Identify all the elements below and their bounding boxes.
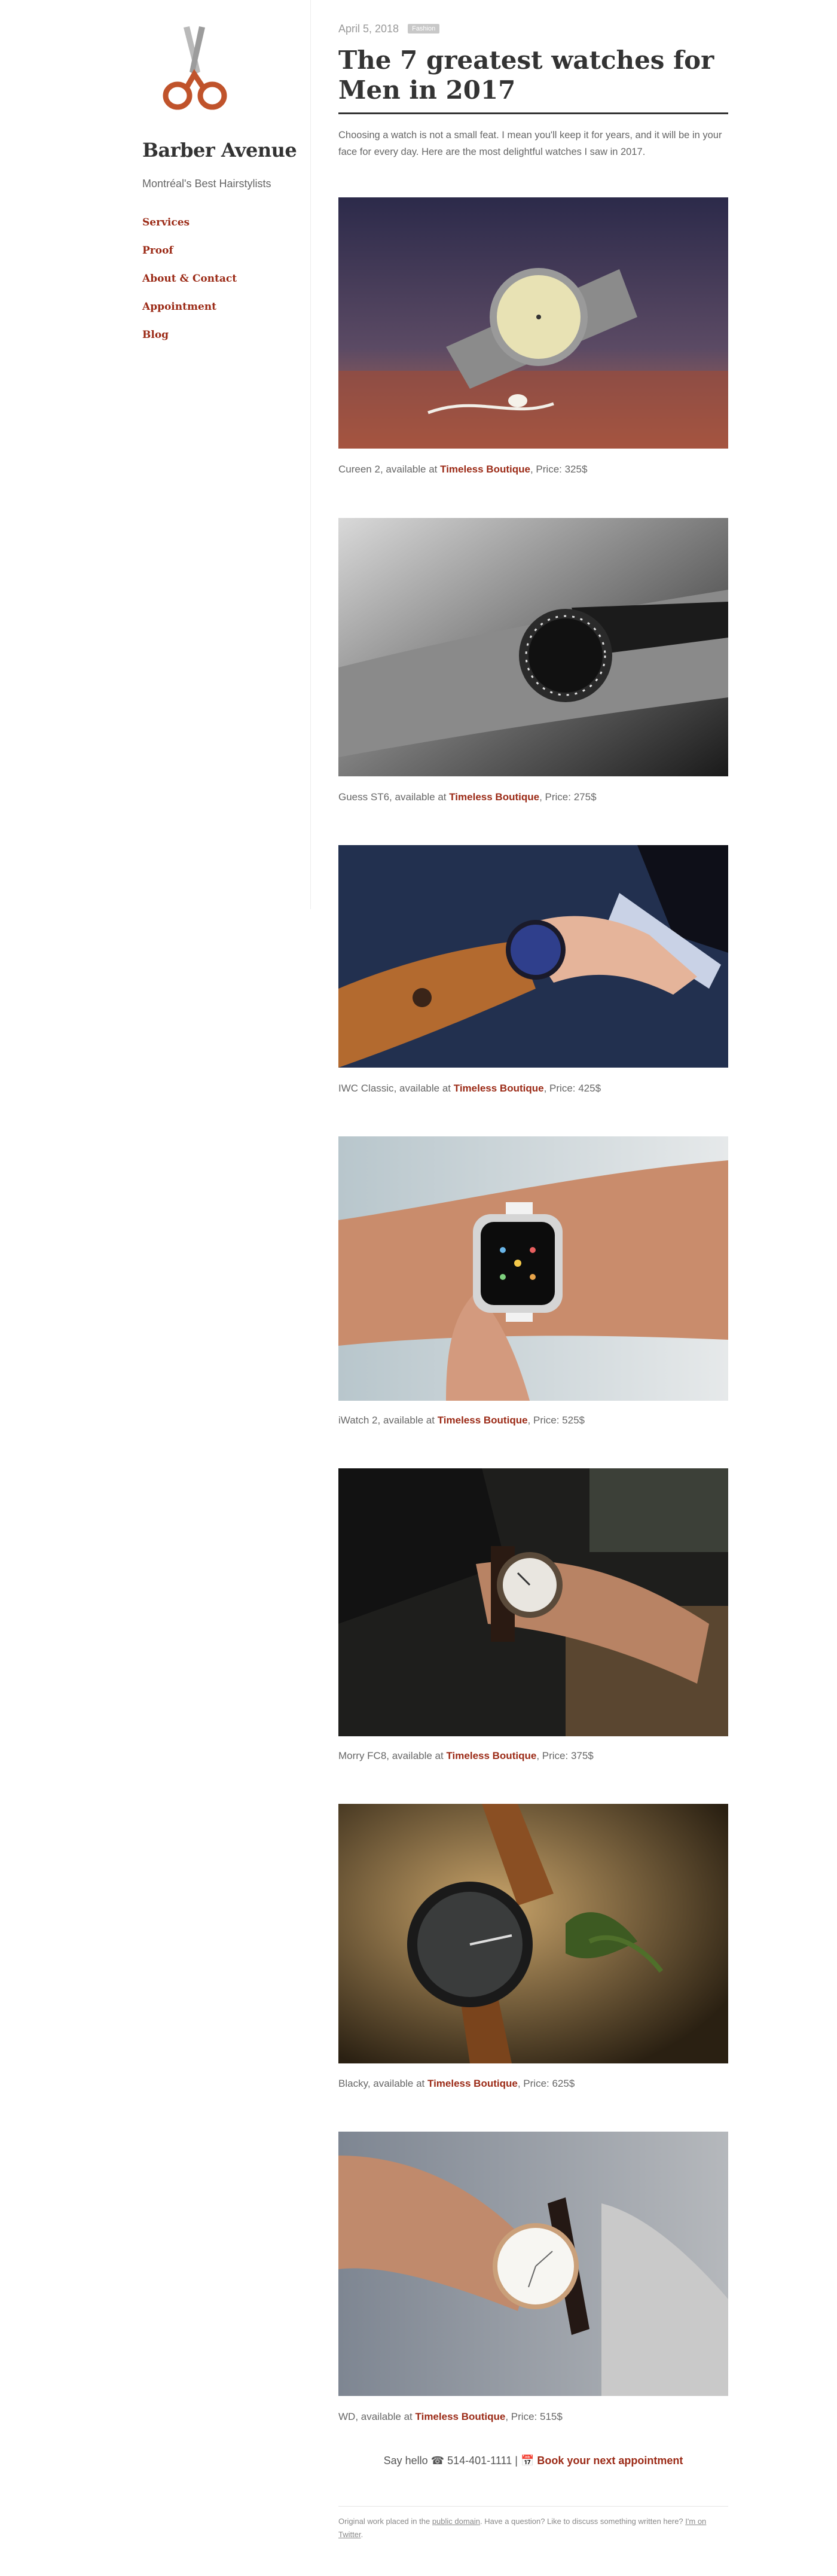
shop-link[interactable]: Timeless Boutique	[427, 2078, 518, 2089]
shop-link[interactable]: Timeless Boutique	[449, 791, 539, 803]
sidebar: Barber Avenue Montréal's Best Hairstylis…	[0, 0, 311, 909]
watch-photo-wd	[338, 2132, 728, 2396]
shop-link[interactable]: Timeless Boutique	[446, 1750, 536, 1761]
nav-item-proof[interactable]: Proof	[142, 243, 237, 272]
caption-guess: Guess ST6, available at Timeless Boutiqu…	[338, 791, 597, 803]
shop-link[interactable]: Timeless Boutique	[440, 464, 530, 475]
watch-photo-cureen	[338, 197, 728, 449]
separator: |	[515, 2455, 518, 2467]
shop-link[interactable]: Timeless Boutique	[416, 2411, 506, 2422]
watch-photo-blacky	[338, 1804, 728, 2063]
watch-photo-morry	[338, 1468, 728, 1736]
say-hello-label: Say hello	[383, 2455, 428, 2467]
shop-link[interactable]: Timeless Boutique	[438, 1414, 528, 1426]
site-title[interactable]: Barber Avenue	[142, 139, 297, 161]
post-meta: April 5, 2018 Fashion	[338, 23, 440, 35]
nav-item-appointment[interactable]: Appointment	[142, 300, 237, 328]
main-nav: Services Proof About & Contact Appointme…	[142, 215, 237, 356]
scissors-icon[interactable]	[152, 24, 236, 114]
nav-item-blog[interactable]: Blog	[142, 328, 237, 356]
caption-morry: Morry FC8, available at Timeless Boutiqu…	[338, 1750, 594, 1761]
book-appointment-link[interactable]: Book your next appointment	[537, 2455, 683, 2467]
calendar-icon: 📅	[520, 2455, 534, 2467]
phone-number[interactable]: 514-401-1111	[447, 2455, 512, 2467]
caption-iwc: IWC Classic, available at Timeless Bouti…	[338, 1083, 601, 1094]
shop-link[interactable]: Timeless Boutique	[454, 1083, 544, 1094]
watch-photo-iwatch	[338, 1136, 728, 1401]
caption-wd: WD, available at Timeless Boutique, Pric…	[338, 2411, 563, 2422]
footer-divider	[338, 2506, 728, 2507]
footer-note: Original work placed in the public domai…	[338, 2517, 707, 2539]
caption-blacky: Blacky, available at Timeless Boutique, …	[338, 2078, 575, 2089]
public-domain-link[interactable]: public domain	[432, 2517, 480, 2526]
post-title: The 7 greatest watches for Men in 2017	[338, 45, 728, 114]
watch-photo-guess	[338, 518, 728, 776]
site-tagline: Montréal's Best Hairstylists	[142, 178, 271, 190]
caption-cureen: Cureen 2, available at Timeless Boutique…	[338, 464, 588, 475]
post-intro: Choosing a watch is not a small feat. I …	[338, 130, 722, 157]
nav-item-services[interactable]: Services	[142, 215, 237, 243]
watch-photo-iwc	[338, 845, 728, 1068]
post-tag-badge[interactable]: Fashion	[408, 24, 440, 33]
post-date: April 5, 2018	[338, 23, 399, 35]
nav-item-about-contact[interactable]: About & Contact	[142, 272, 237, 300]
phone-icon: ☎	[430, 2455, 445, 2467]
caption-iwatch: iWatch 2, available at Timeless Boutique…	[338, 1414, 585, 1426]
footer-contact: Say hello ☎ 514-401-1111 | 📅 Book your n…	[338, 2455, 728, 2467]
